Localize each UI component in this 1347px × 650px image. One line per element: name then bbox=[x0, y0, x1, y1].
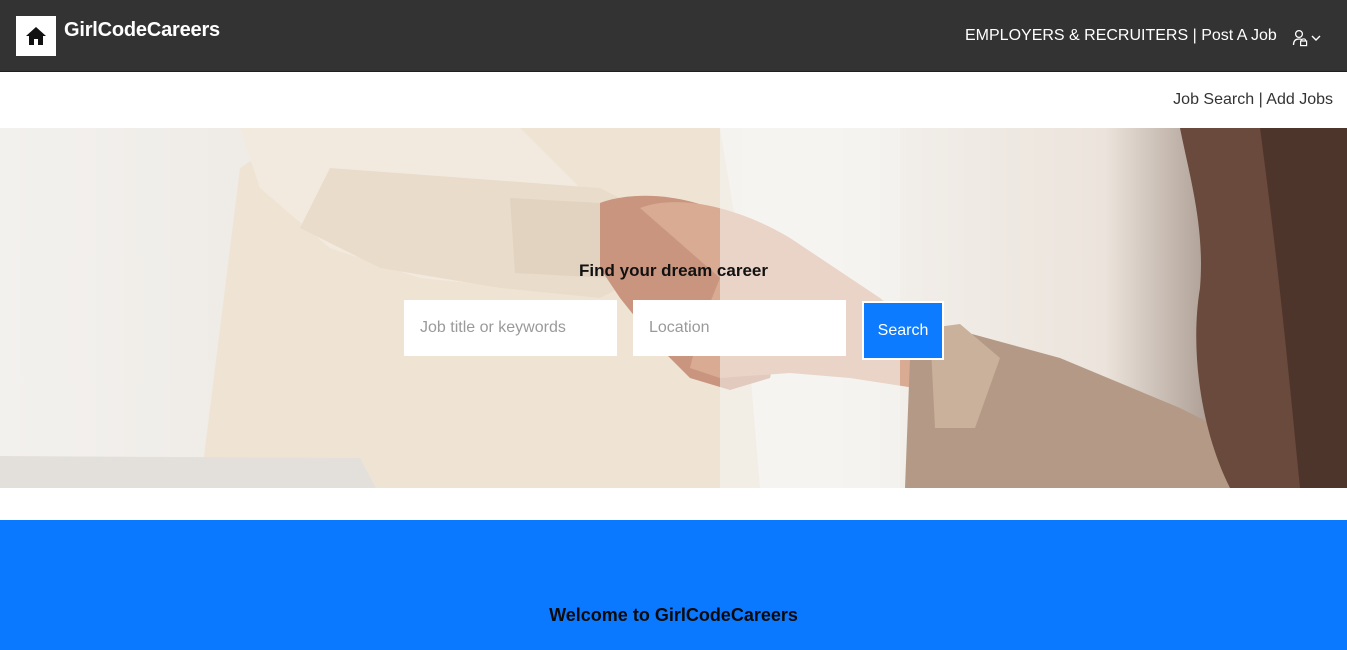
welcome-section: Welcome to GirlCodeCareers bbox=[0, 520, 1347, 650]
top-header: GirlCodeCareers EMPLOYERS & RECRUITERS |… bbox=[0, 0, 1347, 72]
employers-nav: EMPLOYERS & RECRUITERS | Post A Job bbox=[965, 27, 1277, 45]
subnav-links: Job Search | Add Jobs bbox=[1173, 91, 1333, 109]
hero-title: Find your dream career bbox=[579, 261, 768, 280]
search-button[interactable]: Search bbox=[862, 301, 944, 360]
job-search-link[interactable]: Job Search bbox=[1173, 91, 1254, 108]
account-menu-button[interactable] bbox=[1292, 28, 1324, 48]
employers-recruiters-link[interactable]: EMPLOYERS & RECRUITERS bbox=[965, 27, 1188, 44]
brand-logo-text[interactable]: GirlCodeCareers bbox=[64, 19, 220, 42]
home-icon bbox=[26, 27, 46, 45]
hero-banner: Find your dream career Search bbox=[0, 128, 1347, 488]
home-button[interactable] bbox=[16, 16, 56, 56]
user-lock-icon bbox=[1292, 29, 1308, 47]
secondary-nav: Job Search | Add Jobs bbox=[0, 72, 1347, 128]
nav-separator: | bbox=[1192, 27, 1202, 44]
chevron-down-icon bbox=[1311, 35, 1321, 41]
welcome-title: Welcome to GirlCodeCareers bbox=[549, 605, 798, 625]
location-search-input[interactable] bbox=[633, 300, 846, 356]
add-jobs-link[interactable]: Add Jobs bbox=[1266, 91, 1333, 108]
post-a-job-link[interactable]: Post A Job bbox=[1201, 27, 1277, 44]
keywords-search-input[interactable] bbox=[404, 300, 617, 356]
